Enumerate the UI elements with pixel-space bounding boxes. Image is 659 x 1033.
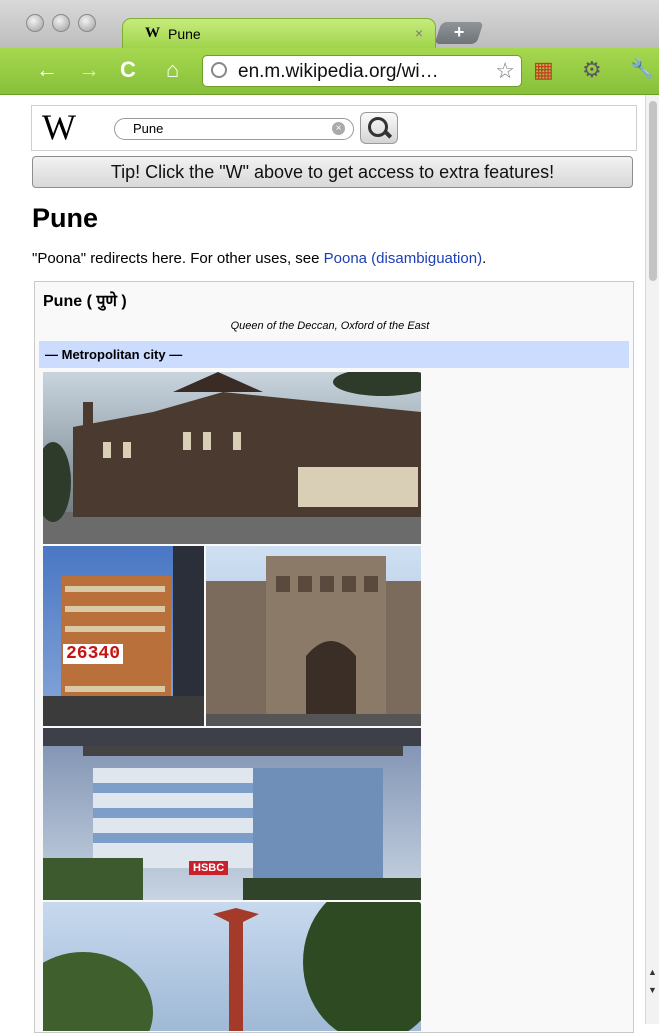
clear-search-icon[interactable]: ×	[332, 122, 345, 135]
tip-banner[interactable]: Tip! Click the "W" above to get access t…	[32, 156, 633, 188]
wrench-menu-icon[interactable]: 🔧	[630, 57, 654, 81]
globe-icon	[211, 62, 227, 78]
minimize-window-icon[interactable]	[52, 14, 70, 32]
search-input-value[interactable]: Pune	[133, 121, 163, 136]
infobox-nickname: Queen of the Deccan, Oxford of the East	[230, 320, 430, 332]
web-page: W Pune × Tip! Click the "W" above to get…	[20, 95, 645, 1033]
plus-icon: +	[453, 22, 465, 42]
fort-gate-illustration	[206, 556, 421, 726]
wikipedia-logo[interactable]: W	[42, 108, 76, 146]
city-building-illustration	[43, 546, 204, 726]
home-icon[interactable]: ⌂	[166, 57, 179, 83]
page-title: Pune	[32, 203, 99, 233]
redirect-prefix: "Poona" redirects here. For other uses, …	[32, 250, 324, 267]
photo-shaniwar-wada-gate[interactable]	[206, 546, 421, 726]
photo-city-building[interactable]: 26340	[43, 546, 204, 726]
new-tab-button[interactable]: +	[434, 22, 484, 44]
wikipedia-mobile-header: W Pune ×	[31, 105, 637, 151]
search-input[interactable]: Pune ×	[114, 118, 354, 140]
tab-strip: W Pune × +	[0, 0, 659, 49]
page-scrollbar[interactable]: ▲ ▼	[645, 95, 659, 1024]
tab-close-icon[interactable]: ×	[415, 25, 423, 41]
zoom-window-icon[interactable]	[78, 14, 96, 32]
scroll-down-arrow-icon[interactable]: ▼	[648, 985, 657, 995]
war-memorial-illustration	[43, 902, 421, 1031]
back-arrow-icon[interactable]: ←	[36, 57, 58, 83]
address-bar[interactable]: en.m.wikipedia.org/wi… ☆	[202, 55, 522, 87]
search-icon-handle	[382, 129, 393, 139]
photo-hsbc-building[interactable]: HSBC	[43, 728, 421, 900]
infobox: Pune ( पुणे ) Queen of the Deccan, Oxfor…	[34, 281, 634, 1033]
bookmark-star-icon[interactable]: ☆	[495, 58, 515, 84]
infobox-name: Pune ( पुणे )	[43, 293, 127, 310]
hsbc-sign-text: HSBC	[189, 861, 229, 875]
settings-gear-icon[interactable]: ⚙	[582, 57, 602, 83]
forward-arrow-icon[interactable]: →	[78, 57, 100, 83]
infobox-settlement-type: — Metropolitan city —	[39, 341, 629, 368]
search-button[interactable]	[360, 112, 398, 144]
hsbc-building-illustration	[43, 728, 421, 900]
redirect-note: "Poona" redirects here. For other uses, …	[32, 250, 486, 267]
tab-title: Pune	[168, 26, 201, 42]
browser-toolbar: ← → C ⌂ en.m.wikipedia.org/wi… ☆ ▦ ⚙ 🔧	[0, 48, 659, 95]
disambiguation-link[interactable]: Poona (disambiguation)	[324, 250, 482, 267]
scroll-up-arrow-icon[interactable]: ▲	[648, 967, 657, 977]
photo-college-building[interactable]	[43, 372, 421, 544]
wikipedia-favicon-icon: W	[145, 25, 160, 41]
scrollbar-thumb[interactable]	[649, 101, 657, 281]
reload-icon[interactable]: C	[120, 57, 136, 83]
shop-sign-text: 26340	[63, 644, 124, 664]
redirect-suffix: .	[482, 250, 487, 267]
browser-tab[interactable]: W Pune ×	[122, 18, 436, 49]
url-text[interactable]: en.m.wikipedia.org/wi…	[238, 61, 439, 83]
photo-war-memorial[interactable]	[43, 902, 421, 1031]
calendar-extension-icon[interactable]: ▦	[533, 57, 554, 83]
close-window-icon[interactable]	[26, 14, 44, 32]
college-building-illustration	[43, 372, 421, 544]
